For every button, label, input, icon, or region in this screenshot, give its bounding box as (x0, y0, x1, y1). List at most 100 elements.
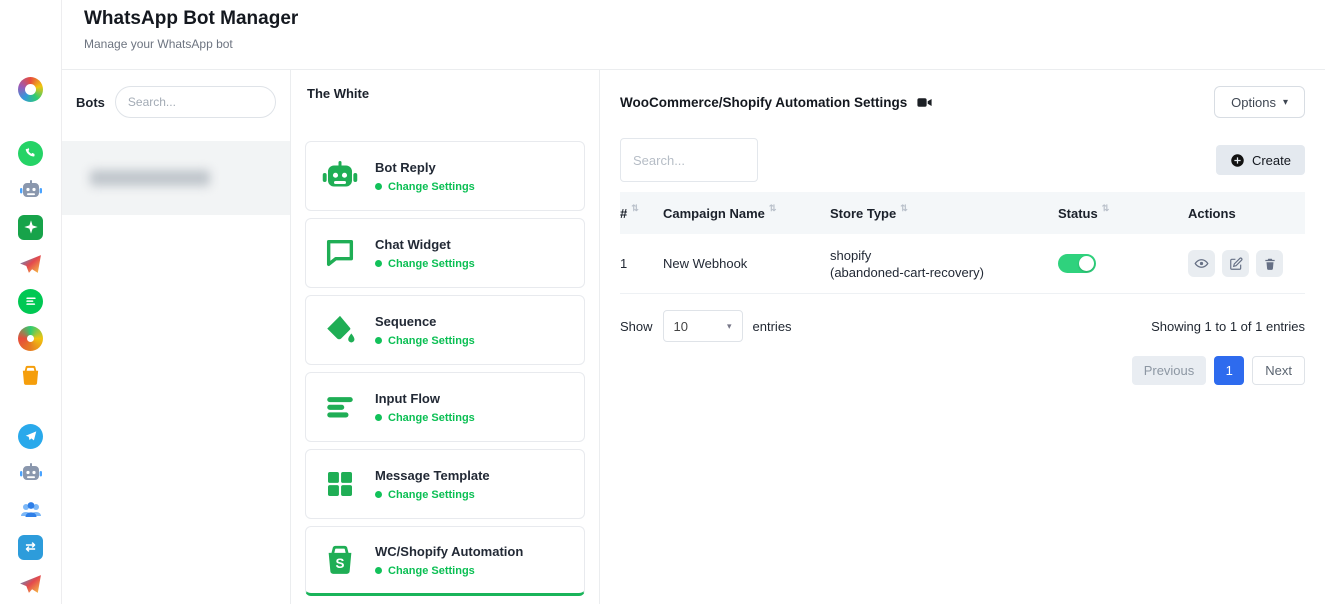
messenger-colorful-icon[interactable] (18, 251, 44, 277)
menu-card-label: Chat Widget (375, 237, 475, 252)
chevron-down-icon: ▾ (727, 321, 732, 332)
store-type-line2: (abandoned-cart-recovery) (830, 264, 1058, 281)
column-label: Campaign Name (663, 206, 765, 221)
table-header-row: # ⇅ Campaign Name ⇅ Store Type ⇅ Status … (620, 192, 1305, 234)
menu-card-link-row: Change Settings (375, 412, 475, 424)
messenger-colorful-icon-2[interactable] (18, 571, 44, 597)
options-button-label: Options (1231, 95, 1276, 110)
change-settings-link[interactable]: Change Settings (388, 335, 475, 347)
automations-table: # ⇅ Campaign Name ⇅ Store Type ⇅ Status … (620, 192, 1305, 294)
column-header-campaign-name[interactable]: Campaign Name ⇅ (663, 206, 830, 221)
automation-green-icon[interactable] (18, 214, 44, 240)
table-toolbar: Create (620, 138, 1305, 182)
status-dot-icon (375, 260, 382, 267)
settings-content-column: WooCommerce/Shopify Automation Settings … (600, 70, 1325, 604)
shopify-bag-icon[interactable] (18, 362, 44, 388)
table-footer: Show 10 ▾ entries Showing 1 to 1 of 1 en… (620, 310, 1305, 342)
delete-button[interactable] (1256, 250, 1283, 277)
bot-name-blurred (90, 170, 210, 186)
view-button[interactable] (1188, 250, 1215, 277)
chat-green-icon (18, 289, 43, 314)
status-dot-icon (375, 491, 382, 498)
column-label: # (620, 206, 627, 221)
robot-blue-icon[interactable] (18, 460, 44, 486)
menu-card-label: Message Template (375, 468, 490, 483)
column-header-number[interactable]: # ⇅ (620, 206, 663, 221)
menu-card-sequence[interactable]: Sequence Change Settings (305, 295, 585, 365)
bots-header: Bots (62, 70, 290, 118)
trash-icon (1263, 257, 1277, 271)
edit-icon (1229, 257, 1243, 271)
bot-list-item-selected[interactable] (62, 141, 290, 215)
page-1-button[interactable]: 1 (1214, 356, 1244, 385)
pinwheel-colorful-icon[interactable] (18, 325, 44, 351)
team-icon[interactable] (18, 497, 44, 523)
menu-card-link-row: Change Settings (375, 335, 475, 347)
page-title: WhatsApp Bot Manager (84, 8, 298, 30)
telegram-icon (18, 424, 43, 449)
entries-label: entries (753, 319, 792, 334)
whatsapp-icon[interactable] (18, 140, 44, 166)
page-size-select[interactable]: 10 ▾ (663, 310, 743, 342)
status-toggle[interactable] (1058, 254, 1096, 273)
menu-card-chat-widget[interactable]: Chat Widget Change Settings (305, 218, 585, 288)
shopify-bag-icon: S (320, 540, 360, 580)
sort-icon: ⇅ (900, 203, 908, 214)
edit-button[interactable] (1222, 250, 1249, 277)
cell-store-type: shopify (abandoned-cart-recovery) (830, 247, 1058, 281)
menu-card-label: Input Flow (375, 391, 475, 406)
menu-card-wc-shopify-automation[interactable]: S WC/Shopify Automation Change Settings (305, 526, 585, 596)
chat-bubble-icon (320, 233, 360, 273)
menu-card-body: Chat Widget Change Settings (375, 237, 475, 270)
pagination: Previous 1 Next (620, 356, 1305, 385)
live-chat-icon: ⇄ (18, 535, 43, 560)
table-search-input[interactable] (620, 138, 758, 182)
menu-card-link-row: Change Settings (375, 489, 490, 501)
compass-colorful-icon[interactable] (18, 76, 44, 102)
column-header-store-type[interactable]: Store Type ⇅ (830, 206, 1058, 221)
compass-colorful-icon (18, 77, 43, 102)
bot-name-title: The White (307, 86, 585, 101)
bots-column: Bots (62, 70, 291, 604)
menu-card-label: Bot Reply (375, 160, 475, 175)
menu-card-bot-reply[interactable]: Bot Reply Change Settings (305, 141, 585, 211)
change-settings-link[interactable]: Change Settings (388, 181, 475, 193)
robot-icon[interactable] (18, 177, 44, 203)
status-dot-icon (375, 414, 382, 421)
previous-page-button[interactable]: Previous (1132, 356, 1207, 385)
chat-green-icon[interactable] (18, 288, 44, 314)
store-type-line1: shopify (830, 247, 1058, 264)
change-settings-link[interactable]: Change Settings (388, 258, 475, 270)
change-settings-link[interactable]: Change Settings (388, 489, 475, 501)
menu-card-input-flow[interactable]: Input Flow Change Settings (305, 372, 585, 442)
cell-status (1058, 254, 1188, 273)
table-row: 1 New Webhook shopify (abandoned-cart-re… (620, 234, 1305, 294)
live-chat-icon[interactable]: ⇄ (18, 534, 44, 560)
eye-icon (1194, 256, 1209, 271)
column-header-status[interactable]: Status ⇅ (1058, 206, 1188, 221)
menu-card-body: Sequence Change Settings (375, 314, 475, 347)
toggle-knob (1079, 256, 1094, 271)
grid-icon (320, 464, 360, 504)
paint-bucket-icon (320, 310, 360, 350)
menu-card-message-template[interactable]: Message Template Change Settings (305, 449, 585, 519)
content-title: WooCommerce/Shopify Automation Settings (620, 95, 907, 110)
cell-actions (1188, 250, 1305, 277)
robot-icon (320, 156, 360, 196)
bots-search-input[interactable] (115, 86, 276, 118)
video-camera-icon[interactable] (916, 94, 933, 111)
next-page-button[interactable]: Next (1252, 356, 1305, 385)
create-button[interactable]: Create (1216, 145, 1305, 175)
cell-number: 1 (620, 256, 663, 271)
status-dot-icon (375, 183, 382, 190)
page-subtitle: Manage your WhatsApp bot (84, 37, 298, 51)
options-button[interactable]: Options ▾ (1214, 86, 1305, 118)
pinwheel-colorful-icon (18, 326, 43, 351)
telegram-icon[interactable] (18, 423, 44, 449)
plus-circle-icon (1230, 153, 1245, 168)
menu-card-link-row: Change Settings (375, 258, 475, 270)
menu-card-label: WC/Shopify Automation (375, 544, 523, 559)
change-settings-link[interactable]: Change Settings (388, 565, 475, 577)
change-settings-link[interactable]: Change Settings (388, 412, 475, 424)
content-titlebar: WooCommerce/Shopify Automation Settings … (620, 86, 1305, 118)
